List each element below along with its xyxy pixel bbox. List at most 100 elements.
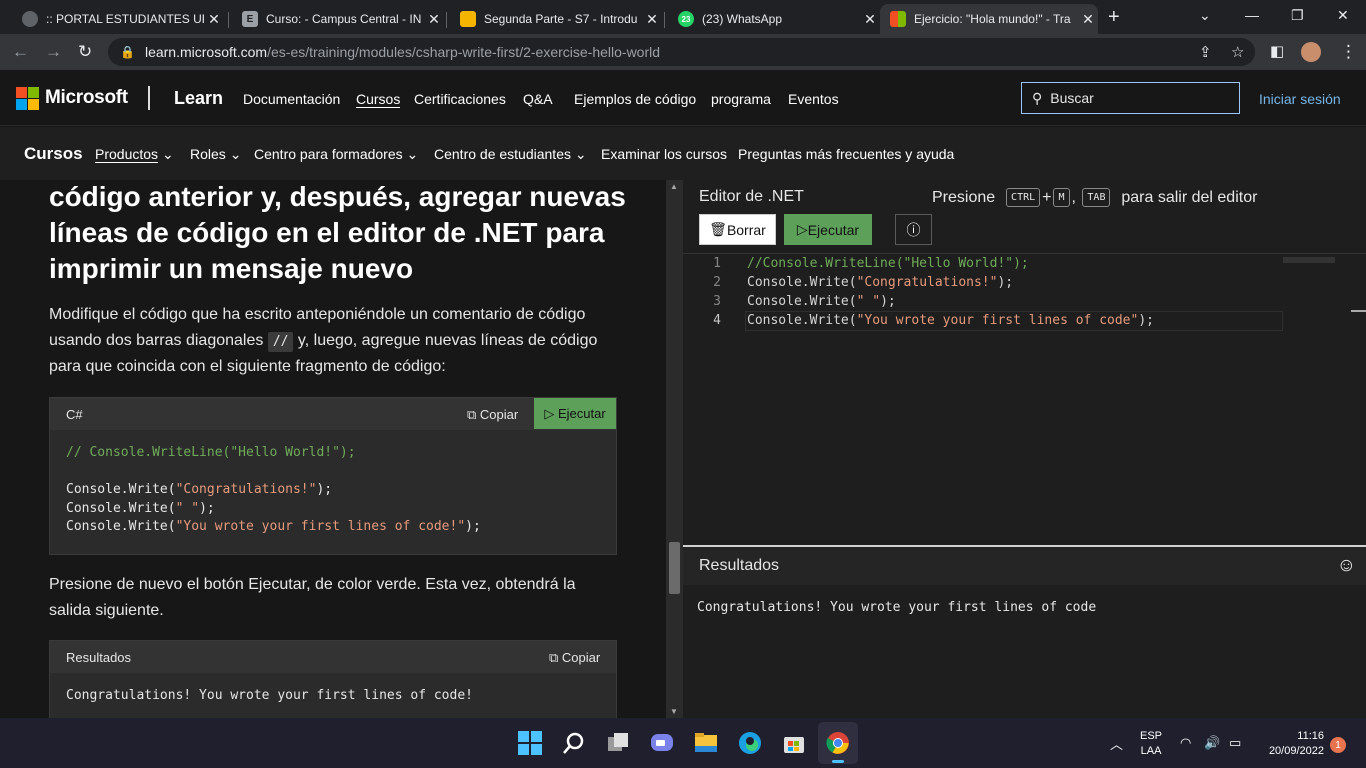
file-explorer-icon[interactable] bbox=[694, 731, 718, 755]
nav-qa[interactable]: Q&A bbox=[523, 91, 553, 107]
info-button[interactable]: ⓘ bbox=[895, 214, 932, 245]
volume-icon[interactable]: 🔊 bbox=[1204, 735, 1220, 751]
close-icon[interactable]: ✕ bbox=[860, 11, 880, 28]
copy-button[interactable]: ⧉ Copiar bbox=[467, 407, 518, 423]
minimize-button[interactable]: — bbox=[1245, 7, 1259, 23]
back-icon[interactable]: ← bbox=[12, 42, 29, 62]
chrome-taskbar-button[interactable] bbox=[818, 722, 858, 764]
info-icon: ⓘ bbox=[906, 221, 921, 238]
nav-certificaciones[interactable]: Certificaciones bbox=[414, 91, 506, 107]
chat-icon[interactable] bbox=[650, 731, 674, 755]
menu-kebab-icon[interactable]: ⋮ bbox=[1340, 42, 1357, 62]
browser-tab[interactable]: Segunda Parte - S7 - Introdu ✕ bbox=[450, 4, 662, 34]
microsoft-icon bbox=[890, 11, 906, 27]
nav-cursos[interactable]: Cursos bbox=[356, 91, 401, 108]
nav-programa[interactable]: programa bbox=[711, 91, 771, 107]
feedback-smiley-icon[interactable]: ☺ bbox=[1337, 555, 1356, 577]
address-bar-row: ← → ↻ 🔒 learn.microsoft.com /es-es/train… bbox=[0, 34, 1366, 70]
code-line[interactable]: //Console.WriteLine("Hello World!"); bbox=[747, 256, 1029, 271]
article-scrollbar[interactable]: ▲ ▼ bbox=[666, 180, 683, 718]
result-sample-body: Congratulations! You wrote your first li… bbox=[66, 688, 473, 703]
minimap[interactable] bbox=[1283, 257, 1335, 263]
key-tab: TAB bbox=[1082, 188, 1111, 207]
subnav-roles[interactable]: Roles ⌄ bbox=[190, 146, 241, 163]
close-icon[interactable]: ✕ bbox=[204, 11, 224, 28]
code-line[interactable]: Console.Write(" "); bbox=[747, 294, 896, 309]
new-tab-button[interactable]: + bbox=[1108, 6, 1120, 29]
reload-icon[interactable]: ↻ bbox=[78, 42, 92, 62]
nav-eventos[interactable]: Eventos bbox=[788, 91, 839, 107]
browser-tab-bar: :: PORTAL ESTUDIANTES URL ✕ E Curso: - C… bbox=[0, 0, 1366, 34]
inline-code: // bbox=[267, 332, 294, 352]
play-icon: ▷ bbox=[544, 405, 555, 421]
nav-documentacion[interactable]: Documentación bbox=[243, 91, 340, 107]
notification-badge[interactable]: 1 bbox=[1330, 737, 1346, 753]
play-icon: ▷ bbox=[796, 221, 808, 237]
url-field[interactable]: 🔒 learn.microsoft.com /es-es/training/mo… bbox=[108, 38, 1255, 66]
browser-tab-active[interactable]: Ejercicio: "Hola mundo!" - Tra ✕ bbox=[880, 4, 1098, 34]
tray-overflow-icon[interactable]: ︿ bbox=[1110, 734, 1123, 753]
learn-link[interactable]: Learn bbox=[174, 88, 223, 109]
result-sample-header: Resultados ⧉ Copiar bbox=[50, 641, 616, 673]
chevron-down-icon: ⌄ bbox=[574, 146, 587, 162]
subnav-faq[interactable]: Preguntas más frecuentes y ayuda bbox=[738, 146, 954, 162]
chevron-down-icon: ⌄ bbox=[406, 146, 419, 162]
code-line[interactable]: Console.Write("You wrote your first line… bbox=[747, 313, 1154, 328]
search-input[interactable]: ⚲ Buscar bbox=[1021, 82, 1240, 114]
wifi-icon[interactable]: ◠ bbox=[1180, 735, 1191, 751]
code-line[interactable]: Console.Write("Congratulations!"); bbox=[747, 275, 1013, 290]
trash-icon: 🗑 bbox=[709, 221, 727, 237]
close-icon[interactable]: ✕ bbox=[642, 11, 662, 28]
scrollbar-thumb[interactable] bbox=[669, 542, 680, 594]
scroll-up-icon[interactable]: ▲ bbox=[670, 182, 678, 191]
task-view-icon[interactable] bbox=[606, 731, 630, 755]
close-icon[interactable]: ✕ bbox=[1078, 11, 1098, 28]
results-header: Resultados ☺ bbox=[683, 545, 1366, 585]
code-editor[interactable]: 1 //Console.WriteLine("Hello World!"); 2… bbox=[683, 253, 1366, 545]
chrome-icon bbox=[826, 732, 849, 754]
forward-icon[interactable]: → bbox=[45, 42, 62, 62]
e-icon: E bbox=[242, 11, 258, 27]
run-button[interactable]: ▷ Ejecutar bbox=[784, 214, 872, 245]
search-icon[interactable] bbox=[562, 731, 586, 755]
section-title[interactable]: Cursos bbox=[24, 144, 83, 164]
input-language[interactable]: ESP LAA bbox=[1140, 730, 1162, 757]
lock-icon: 🔒 bbox=[120, 45, 135, 59]
brand-name[interactable]: Microsoft bbox=[45, 87, 128, 109]
maximize-button[interactable]: ❐ bbox=[1291, 7, 1304, 24]
signin-link[interactable]: Iniciar sesión bbox=[1259, 91, 1341, 107]
scroll-down-icon[interactable]: ▼ bbox=[670, 707, 678, 716]
chevron-down-icon: ⌄ bbox=[161, 146, 174, 162]
windows-taskbar: ︿ ESP LAA ◠ 🔊 ▭ 11:16 20/09/2022 1 bbox=[0, 718, 1366, 768]
share-icon[interactable]: ⇪ bbox=[1199, 43, 1212, 61]
side-panel-icon[interactable]: ◧ bbox=[1270, 42, 1284, 60]
subnav-productos[interactable]: Productos ⌄ bbox=[95, 146, 174, 163]
clear-button[interactable]: 🗑 Borrar bbox=[699, 214, 776, 245]
clock[interactable]: 11:16 20/09/2022 bbox=[1258, 730, 1324, 757]
key-m: M bbox=[1053, 188, 1070, 207]
browser-tab[interactable]: 23 (23) WhatsApp ✕ bbox=[668, 4, 880, 34]
battery-icon[interactable]: ▭ bbox=[1229, 735, 1241, 751]
nav-ejemplos[interactable]: Ejemplos de código bbox=[574, 91, 696, 107]
store-icon[interactable] bbox=[782, 731, 806, 755]
key-ctrl: CTRL bbox=[1006, 188, 1041, 207]
subnav-examinar[interactable]: Examinar los cursos bbox=[601, 146, 727, 162]
copy-button[interactable]: ⧉ Copiar bbox=[549, 650, 600, 666]
close-icon[interactable]: ✕ bbox=[424, 11, 444, 28]
dotnet-editor-pane: Editor de .NET Presione CTRL + M, TAB para… bbox=[683, 180, 1366, 718]
section-heading: código anterior y, después, agregar nuev… bbox=[49, 181, 626, 284]
avatar[interactable] bbox=[1301, 42, 1321, 62]
subnav-estudiantes[interactable]: Centro de estudiantes ⌄ bbox=[434, 146, 587, 163]
browser-tab[interactable]: :: PORTAL ESTUDIANTES URL ✕ bbox=[12, 4, 224, 34]
code-sample-header: C# ⧉ Copiar ▷ Ejecutar bbox=[50, 398, 616, 430]
microsoft-logo-icon[interactable] bbox=[16, 87, 39, 110]
subnav-formadores[interactable]: Centro para formadores ⌄ bbox=[254, 146, 418, 163]
close-window-button[interactable]: ✕ bbox=[1337, 7, 1349, 24]
tab-search-icon[interactable]: ⌄ bbox=[1199, 7, 1211, 24]
whatsapp-icon: 23 bbox=[678, 11, 694, 27]
windows-start-icon[interactable] bbox=[518, 731, 542, 755]
bookmark-star-icon[interactable]: ☆ bbox=[1231, 43, 1244, 61]
edge-icon[interactable] bbox=[738, 731, 762, 755]
browser-tab[interactable]: E Curso: - Campus Central - IN ✕ bbox=[232, 4, 444, 34]
run-button[interactable]: ▷ Ejecutar bbox=[534, 398, 616, 429]
